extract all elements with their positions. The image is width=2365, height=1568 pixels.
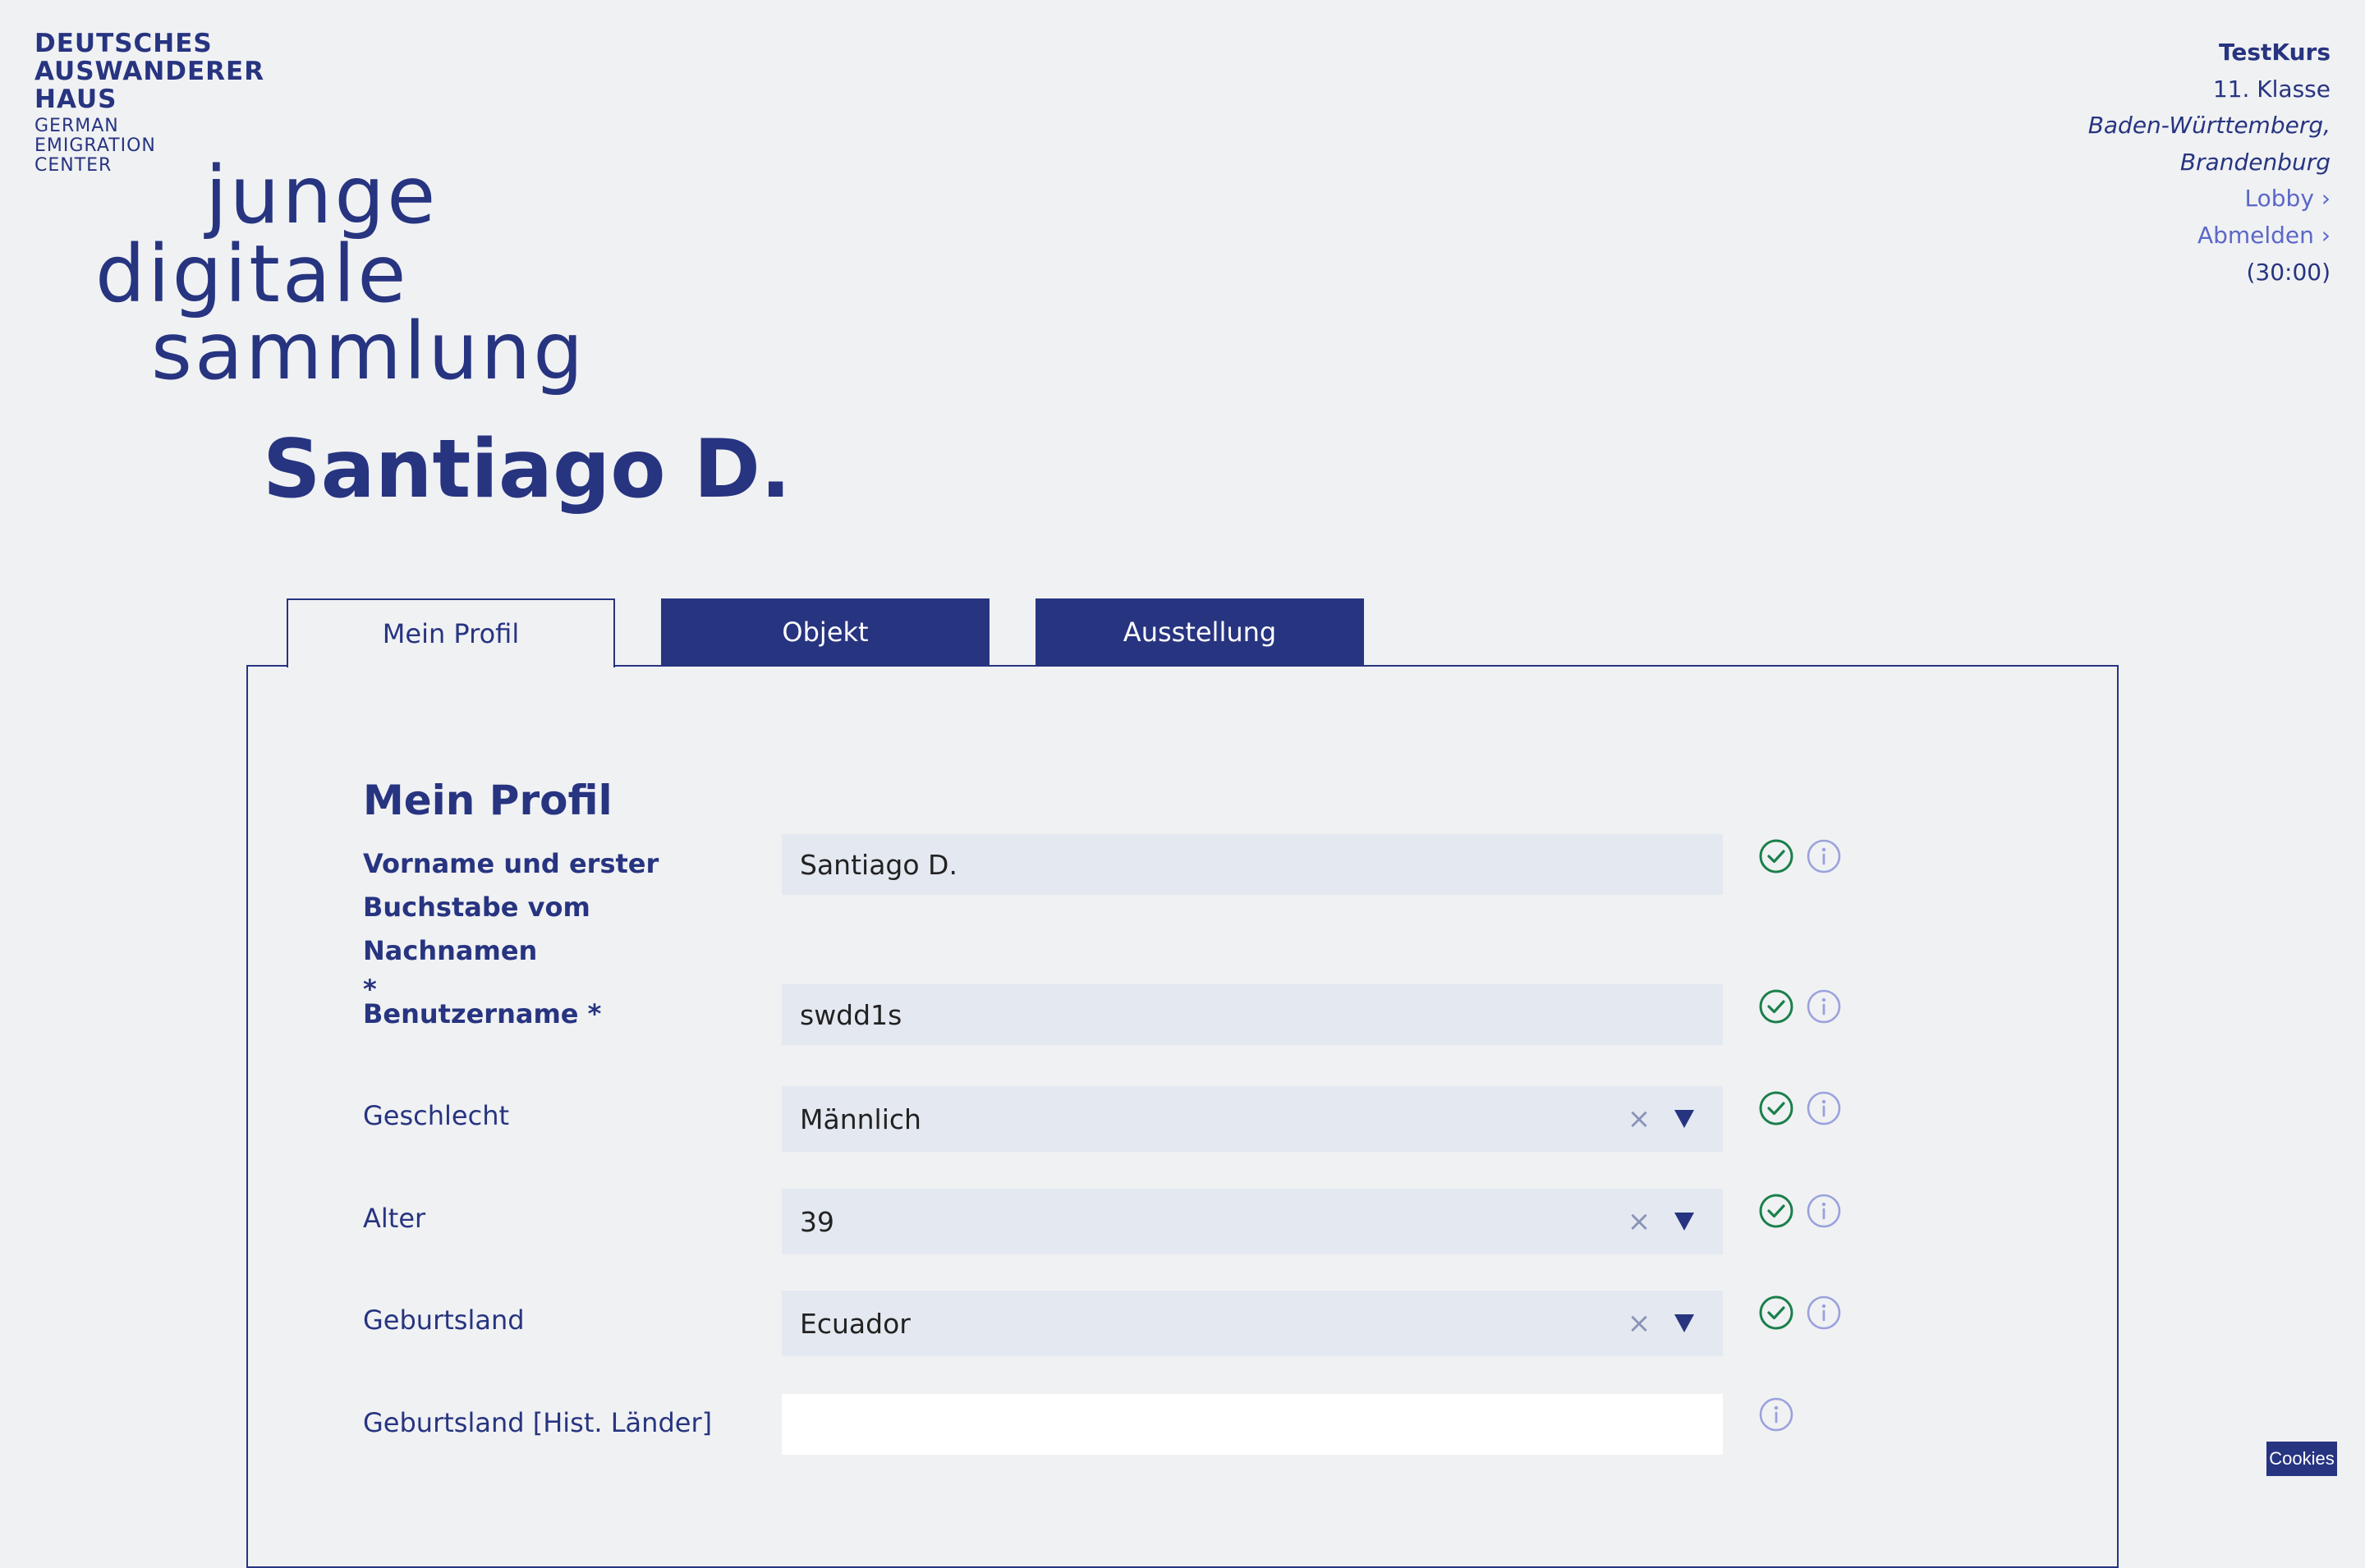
check-circle-icon: [1759, 989, 1793, 1024]
state-label: Brandenburg: [2179, 148, 2331, 176]
country-select[interactable]: Ecuador ×: [782, 1291, 1723, 1356]
tab-objekt[interactable]: Objekt: [661, 598, 990, 666]
tab-mein-profil[interactable]: Mein Profil: [287, 598, 615, 667]
field-label-hist-country: Geburtsland [Hist. Länder]: [363, 1407, 713, 1438]
gender-select[interactable]: Männlich ×: [782, 1086, 1723, 1152]
field-label-username: Benutzername *: [363, 998, 602, 1029]
dah-logo-line: AUSWANDERER: [34, 57, 265, 86]
logout-link[interactable]: Abmelden ›: [2088, 218, 2331, 254]
age-value: 39: [800, 1205, 834, 1238]
name-input[interactable]: Santiago D.: [782, 834, 1723, 895]
jds-word: digitale: [95, 228, 409, 320]
info-circle-icon[interactable]: [1806, 1193, 1842, 1229]
triangle-down-icon[interactable]: [1670, 1208, 1698, 1236]
jds-word: sammlung: [151, 305, 586, 397]
jds-word: junge: [205, 149, 439, 241]
check-circle-icon: [1759, 1091, 1793, 1126]
grade-label: 11. Klasse: [2212, 75, 2331, 103]
name-value: Santiago D.: [800, 848, 957, 881]
info-circle-icon[interactable]: [1806, 838, 1842, 874]
check-circle-icon: [1759, 839, 1793, 873]
info-circle-icon[interactable]: [1806, 988, 1842, 1025]
info-circle-icon[interactable]: [1758, 1396, 1794, 1433]
age-select[interactable]: 39 ×: [782, 1189, 1723, 1254]
check-circle-icon: [1759, 1194, 1793, 1228]
country-value: Ecuador: [800, 1307, 911, 1340]
info-circle-icon[interactable]: [1806, 1295, 1842, 1331]
username-value: swdd1s: [800, 998, 902, 1031]
age-clear-icon[interactable]: ×: [1623, 1205, 1656, 1238]
field-label-age: Alter: [363, 1203, 426, 1234]
info-circle-icon[interactable]: [1806, 1090, 1842, 1126]
session-timer: (30:00): [2246, 258, 2331, 286]
triangle-down-icon[interactable]: [1670, 1105, 1698, 1133]
field-label-name: Vorname und erster Buchstabe vom Nachnam…: [363, 842, 757, 1006]
hist-country-input[interactable]: [782, 1394, 1723, 1455]
lobby-link[interactable]: Lobby ›: [2088, 181, 2331, 218]
section-title: Mein Profil: [363, 777, 613, 824]
gender-clear-icon[interactable]: ×: [1623, 1103, 1656, 1135]
state-label: Baden-Württemberg,: [2087, 112, 2331, 140]
username-input[interactable]: swdd1s: [782, 984, 1723, 1045]
page-title: Santiago D.: [263, 423, 792, 516]
tab-ausstellung[interactable]: Ausstellung: [1036, 598, 1364, 666]
junge-digitale-sammlung-logo[interactable]: junge digitale sammlung: [90, 148, 616, 410]
check-circle-icon: [1759, 1295, 1793, 1330]
country-clear-icon[interactable]: ×: [1623, 1307, 1656, 1340]
field-label-line: Buchstabe vom Nachnamen: [363, 892, 590, 966]
field-label-country: Geburtsland: [363, 1304, 525, 1336]
gender-value: Männlich: [800, 1103, 921, 1135]
user-info: TestKurs 11. Klasse Baden-Württemberg, B…: [2088, 34, 2331, 291]
cookies-button[interactable]: Cookies: [2266, 1442, 2337, 1476]
field-label-gender: Geschlecht: [363, 1100, 510, 1131]
triangle-down-icon[interactable]: [1670, 1309, 1698, 1337]
dah-logo-line: DEUTSCHES: [34, 29, 213, 58]
dah-logo-subline: GERMAN: [34, 116, 119, 136]
field-label-line: Vorname und erster: [363, 848, 659, 879]
dah-logo-line: HAUS: [34, 85, 117, 114]
course-name: TestKurs: [2218, 39, 2331, 66]
